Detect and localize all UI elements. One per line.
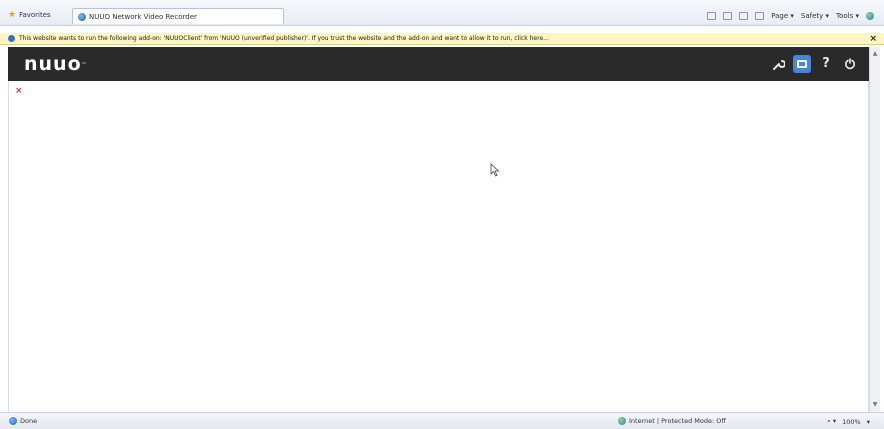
- favorites-button[interactable]: ★ Favorites: [8, 9, 51, 21]
- wrench-icon[interactable]: [769, 55, 787, 73]
- shield-icon: [8, 35, 15, 42]
- status-text: Done: [9, 417, 37, 425]
- header-toolbar: ?: [769, 55, 859, 73]
- favorites-bar: ★ Favorites NUUO Network Video Recorder …: [0, 0, 884, 26]
- command-bar: Page ▾ Safety ▾ Tools ▾: [707, 12, 874, 20]
- broken-addon-icon[interactable]: ×: [15, 87, 23, 96]
- safety-menu[interactable]: Safety ▾: [801, 12, 829, 20]
- status-bar: Done Internet | Protected Mode: Off ⌕ ▾ …: [0, 412, 884, 429]
- browser-tab[interactable]: NUUO Network Video Recorder: [72, 8, 284, 24]
- zoom-control[interactable]: ⌕ ▾ 100% ▾: [827, 417, 870, 426]
- zoom-label: 100%: [842, 417, 861, 426]
- tab-title: NUUO Network Video Recorder: [89, 12, 197, 21]
- monitor-icon[interactable]: [793, 55, 811, 73]
- star-icon: ★: [8, 9, 17, 20]
- help-label: ?: [822, 56, 830, 71]
- page-content: ×: [8, 81, 869, 412]
- print-icon[interactable]: [755, 12, 765, 20]
- favorites-label: Favorites: [19, 11, 51, 19]
- zone-label: Internet | Protected Mode: Off: [629, 417, 726, 425]
- logout-icon[interactable]: [841, 55, 859, 73]
- magnifier-icon: ⌕ ▾: [827, 417, 837, 425]
- help-icon[interactable]: [866, 12, 874, 20]
- tools-menu[interactable]: Tools ▾: [836, 12, 859, 20]
- chevron-down-icon: ▾: [866, 417, 870, 426]
- page-menu[interactable]: Page ▾: [771, 12, 794, 20]
- close-icon[interactable]: ×: [869, 33, 877, 45]
- information-bar-message: This website wants to run the following …: [19, 35, 549, 42]
- security-zone[interactable]: Internet | Protected Mode: Off: [618, 417, 726, 425]
- nuuo-logo: nuuo™: [24, 53, 88, 75]
- mail-icon[interactable]: [739, 12, 749, 20]
- scroll-up-icon[interactable]: ▲: [871, 50, 879, 58]
- vertical-scrollbar[interactable]: ▲ ▼: [869, 47, 880, 412]
- globe-icon: [618, 417, 626, 425]
- help-button[interactable]: ?: [817, 55, 835, 73]
- information-bar[interactable]: This website wants to run the following …: [0, 33, 884, 45]
- cursor-icon: [490, 163, 500, 177]
- feeds-icon[interactable]: [723, 12, 733, 20]
- page-status-icon: [9, 417, 17, 425]
- page-icon: [78, 12, 86, 21]
- home-icon[interactable]: [707, 12, 717, 20]
- nuuo-header: nuuo™ ?: [8, 47, 869, 81]
- scroll-down-icon[interactable]: ▼: [871, 401, 879, 409]
- status-label: Done: [20, 417, 38, 425]
